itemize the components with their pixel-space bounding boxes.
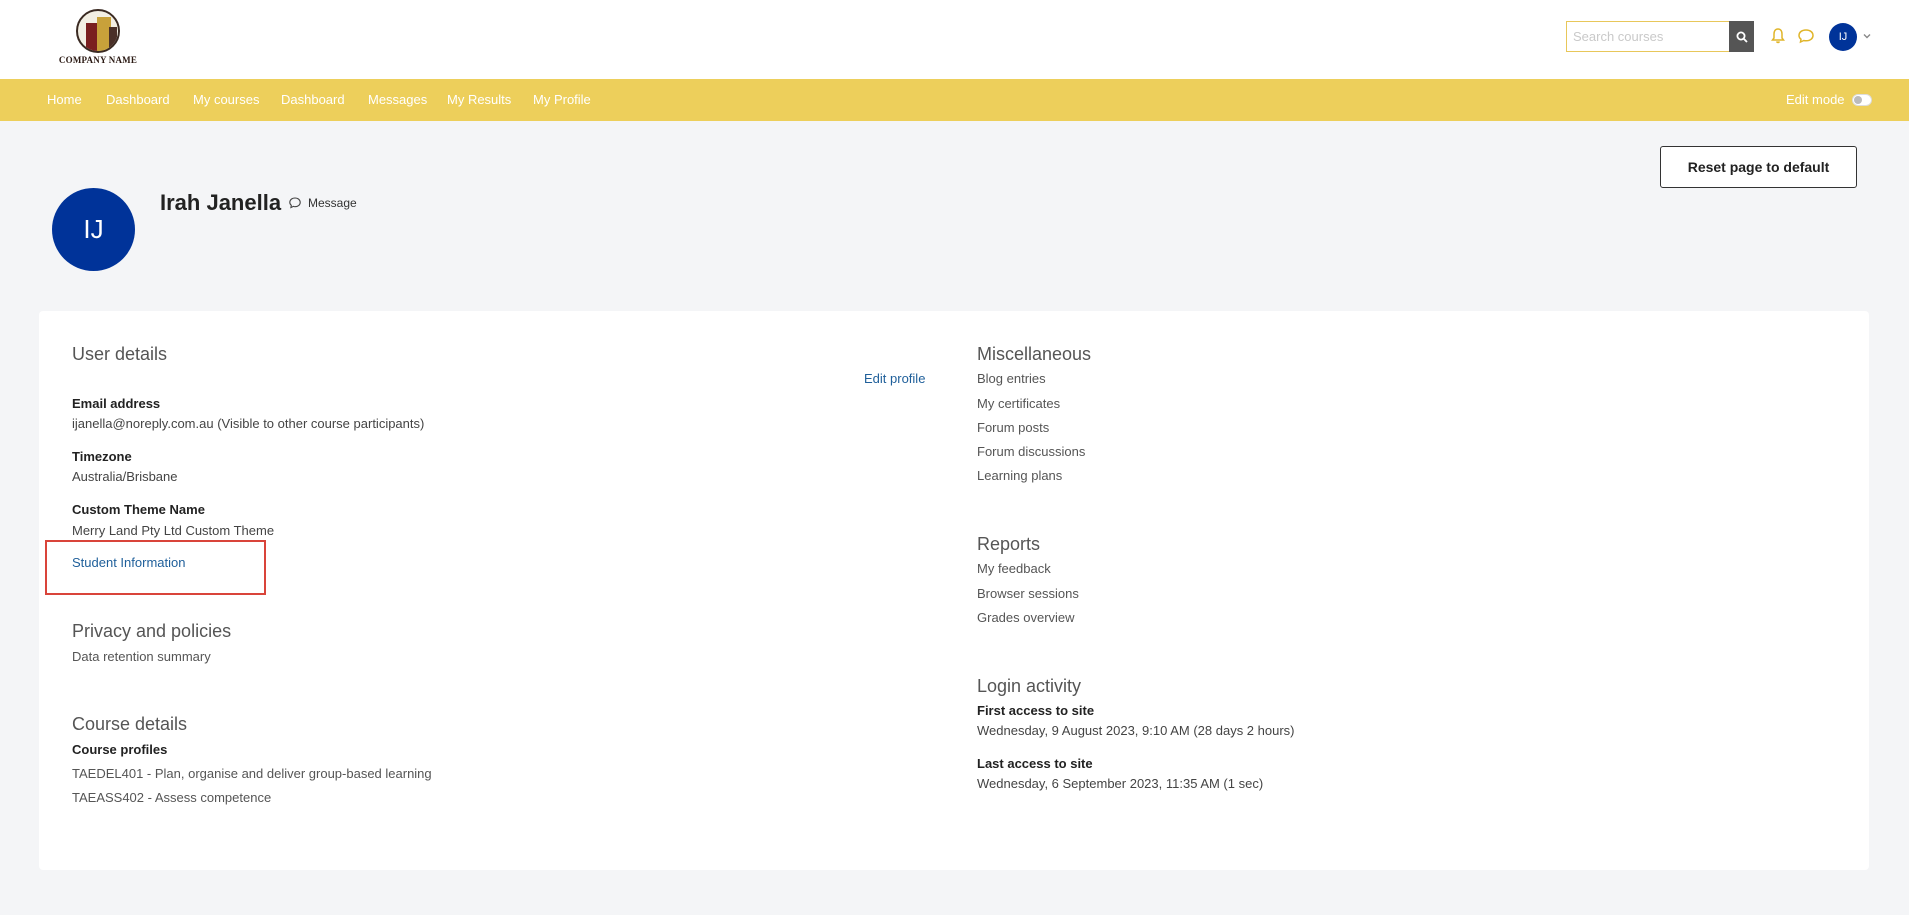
miscellaneous-heading: Miscellaneous — [977, 344, 1092, 364]
course-details-heading: Course details — [72, 714, 188, 734]
timezone-label: Timezone — [72, 449, 132, 464]
nav-dashboard[interactable]: Dashboard — [106, 92, 170, 107]
login-activity-heading: Login activity — [977, 676, 1082, 696]
theme-label: Custom Theme Name — [72, 502, 205, 517]
email-label: Email address — [72, 396, 161, 411]
company-logo[interactable]: COMPANY NAME — [58, 9, 138, 67]
chevron-down-icon[interactable] — [1862, 31, 1872, 41]
logo-text: COMPANY NAME — [58, 55, 138, 65]
chat-icon[interactable] — [1797, 27, 1815, 45]
search-button[interactable] — [1729, 21, 1754, 52]
chat-icon — [289, 197, 301, 209]
misc-link-blog-entries[interactable]: Blog entries — [977, 371, 1046, 386]
profile-name: Irah Janella — [160, 190, 282, 215]
bell-icon[interactable] — [1769, 27, 1787, 45]
search-input[interactable] — [1566, 21, 1729, 52]
primary-navigation: Home Dashboard My courses Dashboard Mess… — [0, 79, 1909, 121]
email-value: ijanella@noreply.com.au (Visible to othe… — [72, 416, 425, 431]
logo-emblem-icon — [76, 9, 120, 53]
reports-heading: Reports — [977, 534, 1041, 554]
profile-card — [39, 311, 1869, 870]
profile-avatar: IJ — [52, 188, 135, 271]
misc-link-my-certificates[interactable]: My certificates — [977, 396, 1060, 411]
course-link[interactable]: TAEDEL401 - Plan, organise and deliver g… — [72, 766, 432, 781]
last-access-value: Wednesday, 6 September 2023, 11:35 AM (1… — [977, 776, 1264, 791]
first-access-value: Wednesday, 9 August 2023, 9:10 AM (28 da… — [977, 723, 1295, 738]
message-label: Message — [308, 196, 357, 210]
nav-my-profile[interactable]: My Profile — [533, 92, 591, 107]
highlight-box — [45, 540, 266, 595]
nav-home[interactable]: Home — [47, 92, 82, 107]
theme-value: Merry Land Pty Ltd Custom Theme — [72, 523, 275, 538]
search-box — [1566, 21, 1754, 52]
privacy-heading: Privacy and policies — [72, 621, 232, 641]
timezone-value: Australia/Brisbane — [72, 469, 178, 484]
misc-link-forum-posts[interactable]: Forum posts — [977, 420, 1049, 435]
user-details-heading: User details — [72, 344, 168, 364]
nav-my-courses[interactable]: My courses — [193, 92, 259, 107]
report-link-grades-overview[interactable]: Grades overview — [977, 610, 1075, 625]
misc-link-learning-plans[interactable]: Learning plans — [977, 468, 1062, 483]
data-retention-link[interactable]: Data retention summary — [72, 649, 211, 664]
reset-page-button[interactable]: Reset page to default — [1660, 146, 1857, 188]
message-button[interactable]: Message — [288, 196, 357, 210]
misc-link-forum-discussions[interactable]: Forum discussions — [977, 444, 1085, 459]
user-avatar[interactable]: IJ — [1829, 23, 1857, 51]
nav-my-results[interactable]: My Results — [447, 92, 511, 107]
edit-mode-label: Edit mode — [1786, 92, 1845, 107]
nav-dashboard-2[interactable]: Dashboard — [281, 92, 345, 107]
first-access-label: First access to site — [977, 703, 1095, 718]
report-link-my-feedback[interactable]: My feedback — [977, 561, 1051, 576]
edit-profile-link[interactable]: Edit profile — [864, 371, 925, 386]
course-link[interactable]: TAEASS402 - Assess competence — [72, 790, 271, 805]
nav-messages[interactable]: Messages — [368, 92, 427, 107]
last-access-label: Last access to site — [977, 756, 1093, 771]
edit-mode-toggle[interactable] — [1852, 94, 1872, 106]
report-link-browser-sessions[interactable]: Browser sessions — [977, 586, 1079, 601]
top-header: COMPANY NAME IJ — [0, 0, 1909, 79]
search-icon — [1736, 31, 1748, 43]
course-profiles-label: Course profiles — [72, 742, 168, 757]
